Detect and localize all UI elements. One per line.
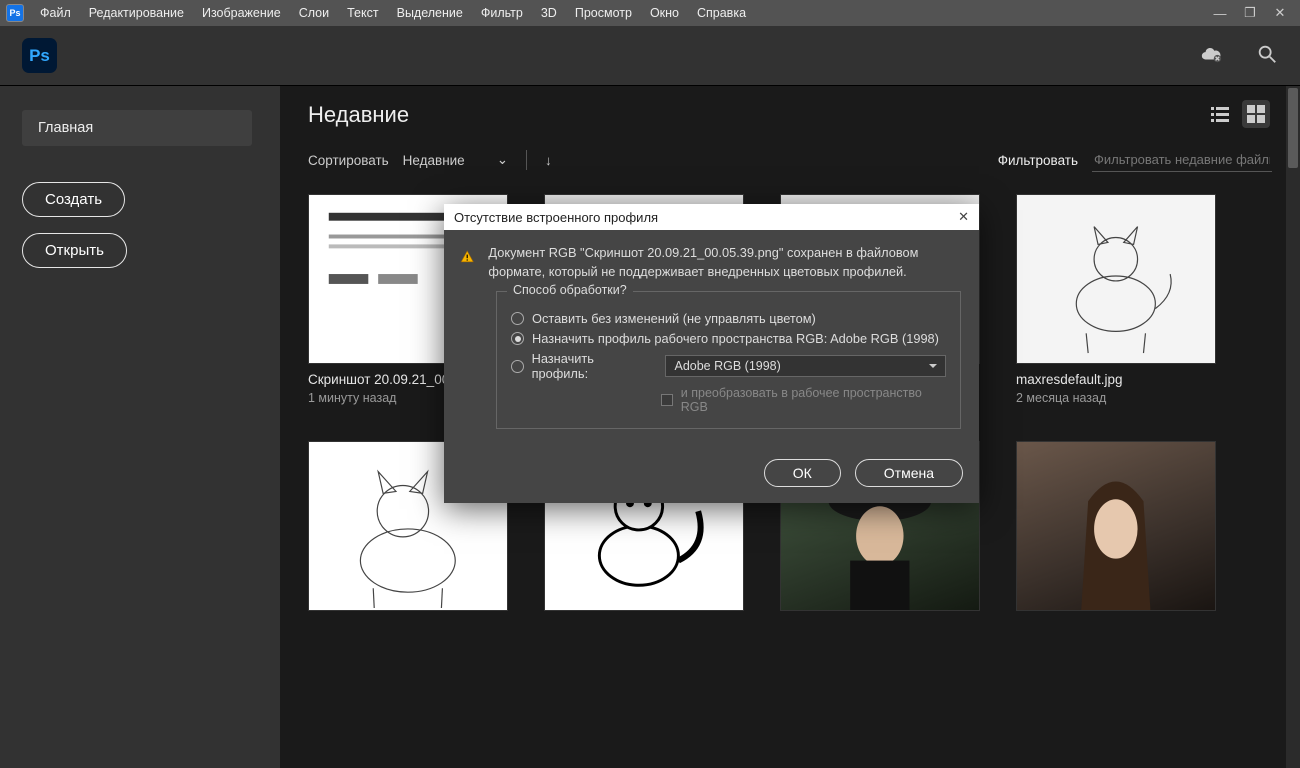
profile-select[interactable]: Adobe RGB (1998) bbox=[665, 355, 946, 377]
window-minimize[interactable]: — bbox=[1206, 6, 1234, 21]
open-button[interactable]: Открыть bbox=[22, 233, 127, 268]
view-list-button[interactable] bbox=[1206, 100, 1234, 128]
sort-value: Недавние bbox=[403, 153, 465, 168]
ok-button[interactable]: ОК bbox=[764, 459, 841, 487]
dialog-close-button[interactable]: ✕ bbox=[958, 209, 969, 225]
sidebar: Главная Создать Открыть bbox=[0, 86, 280, 768]
radio-icon bbox=[511, 312, 524, 325]
menu-file[interactable]: Файл bbox=[32, 3, 79, 23]
sort-select[interactable]: Недавние ⌄ bbox=[403, 152, 508, 168]
page-title: Недавние bbox=[308, 102, 1272, 128]
sidebar-home[interactable]: Главная bbox=[22, 110, 252, 146]
file-card[interactable]: maxresdefault.jpg 2 месяца назад bbox=[1016, 194, 1216, 405]
menu-help[interactable]: Справка bbox=[689, 3, 754, 23]
dialog-message: Документ RGB "Скриншот 20.09.21_00.05.39… bbox=[488, 244, 961, 281]
menu-layers[interactable]: Слои bbox=[291, 3, 337, 23]
scrollbar[interactable] bbox=[1286, 86, 1300, 768]
file-card[interactable] bbox=[1016, 441, 1216, 611]
convert-checkbox-row[interactable]: и преобразовать в рабочее пространство R… bbox=[661, 386, 946, 414]
menu-window[interactable]: Окно bbox=[642, 3, 687, 23]
menu-select[interactable]: Выделение bbox=[389, 3, 471, 23]
scrollbar-handle[interactable] bbox=[1288, 88, 1298, 168]
divider bbox=[526, 150, 527, 170]
filter-label: Фильтровать bbox=[998, 153, 1078, 168]
filter-input[interactable] bbox=[1092, 148, 1272, 172]
cancel-button[interactable]: Отмена bbox=[855, 459, 963, 487]
checkbox-icon bbox=[661, 394, 673, 406]
menu-3d[interactable]: 3D bbox=[533, 3, 565, 23]
menu-bar: Ps Файл Редактирование Изображение Слои … bbox=[0, 0, 1300, 26]
warning-icon bbox=[460, 244, 474, 270]
menu-image[interactable]: Изображение bbox=[194, 3, 289, 23]
fieldset-legend: Способ обработки? bbox=[507, 283, 633, 297]
search-icon[interactable] bbox=[1256, 43, 1278, 68]
window-close[interactable]: ✕ bbox=[1266, 5, 1294, 21]
profile-select-value: Adobe RGB (1998) bbox=[674, 359, 780, 373]
thumbnail bbox=[1016, 194, 1216, 364]
menu-filter[interactable]: Фильтр bbox=[473, 3, 531, 23]
sort-label: Сортировать bbox=[308, 153, 389, 168]
option-assign-label: Назначить профиль: bbox=[532, 351, 650, 381]
handling-fieldset: Способ обработки? Оставить без изменений… bbox=[496, 291, 961, 429]
menu-view[interactable]: Просмотр bbox=[567, 3, 640, 23]
dialog-title: Отсутствие встроенного профиля bbox=[454, 210, 658, 225]
menu-text[interactable]: Текст bbox=[339, 3, 386, 23]
option-assign-workspace[interactable]: Назначить профиль рабочего пространства … bbox=[511, 331, 946, 346]
window-restore[interactable]: ❐ bbox=[1236, 5, 1264, 21]
dialog-titlebar: Отсутствие встроенного профиля ✕ bbox=[444, 204, 979, 230]
app-header: Ps bbox=[0, 26, 1300, 86]
view-grid-button[interactable] bbox=[1242, 100, 1270, 128]
missing-profile-dialog: Отсутствие встроенного профиля ✕ Докумен… bbox=[444, 204, 979, 503]
app-icon: Ps bbox=[6, 4, 24, 22]
option-leave[interactable]: Оставить без изменений (не управлять цве… bbox=[511, 311, 946, 326]
cloud-icon[interactable] bbox=[1200, 43, 1222, 68]
option-leave-label: Оставить без изменений (не управлять цве… bbox=[532, 311, 816, 326]
menu-edit[interactable]: Редактирование bbox=[81, 3, 192, 23]
ps-logo: Ps bbox=[22, 38, 57, 73]
chevron-down-icon: ⌄ bbox=[497, 152, 508, 168]
thumbnail bbox=[1016, 441, 1216, 611]
option-assign-ws-label: Назначить профиль рабочего пространства … bbox=[532, 331, 939, 346]
toolbar: Сортировать Недавние ⌄ ↓ Фильтровать bbox=[308, 148, 1272, 172]
file-time: 2 месяца назад bbox=[1016, 391, 1216, 405]
sort-direction-icon[interactable]: ↓ bbox=[545, 153, 552, 168]
file-name: maxresdefault.jpg bbox=[1016, 372, 1216, 387]
convert-label: и преобразовать в рабочее пространство R… bbox=[681, 386, 946, 414]
radio-icon bbox=[511, 332, 524, 345]
create-button[interactable]: Создать bbox=[22, 182, 125, 217]
radio-icon bbox=[511, 360, 524, 373]
option-assign-profile[interactable]: Назначить профиль: Adobe RGB (1998) bbox=[511, 351, 946, 381]
